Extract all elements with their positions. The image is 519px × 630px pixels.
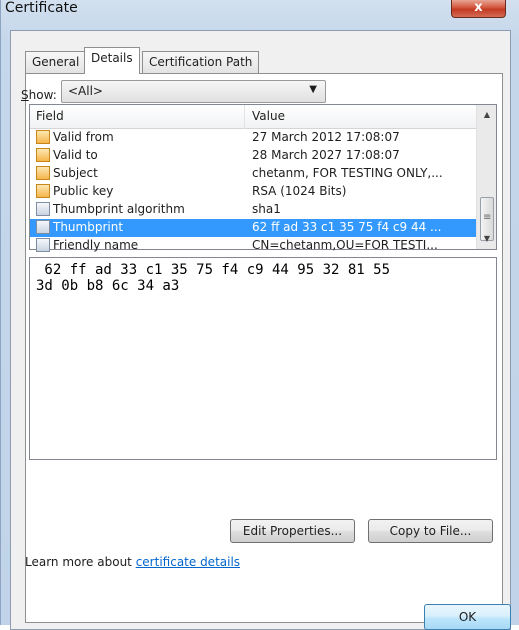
field-cell: Subject <box>36 166 98 180</box>
title-bar[interactable]: Certificate x <box>1 0 519 26</box>
value-cell: 27 March 2012 17:08:07 <box>252 130 400 144</box>
value-cell: RSA (1024 Bits) <box>252 184 347 198</box>
close-button[interactable]: x <box>451 0 506 18</box>
certificate-property-icon <box>36 184 50 198</box>
list-rows: Valid from 27 March 2012 17:08:07 Valid to… <box>30 129 476 255</box>
field-name: Valid to <box>53 148 98 162</box>
value-cell: sha1 <box>252 202 281 216</box>
document-property-icon <box>36 238 50 252</box>
field-name: Thumbprint <box>53 220 124 234</box>
certificate-property-icon <box>36 148 50 162</box>
table-row[interactable]: Thumbprint 62 ff ad 33 c1 35 75 f4 c9 44 … <box>30 219 476 237</box>
ok-button[interactable]: OK <box>424 604 511 630</box>
window-title: Certificate <box>5 0 78 16</box>
field-cell: Thumbprint algorithm <box>36 202 185 216</box>
column-header-field[interactable]: Field <box>36 109 64 123</box>
field-name: Friendly name <box>53 238 139 252</box>
field-name: Subject <box>53 166 98 180</box>
list-scrollbar[interactable]: ▲ ≡ ▼ <box>476 105 496 249</box>
field-cell: Valid from <box>36 130 114 144</box>
field-value-text[interactable]: 62 ff ad 33 c1 35 75 f4 c9 44 95 32 81 5… <box>29 257 497 460</box>
learn-more-text: Learn more about certificate details <box>25 555 241 569</box>
list-header: Field Value <box>30 105 476 129</box>
column-header-value[interactable]: Value <box>252 109 285 123</box>
chevron-down-icon: ▼ <box>309 84 317 95</box>
table-row[interactable]: Valid from 27 March 2012 17:08:07 <box>30 129 476 147</box>
edit-properties-button[interactable]: Edit Properties... <box>230 519 355 543</box>
scroll-up-arrow-icon[interactable]: ▲ <box>479 107 495 123</box>
field-cell: Thumbprint <box>36 220 123 234</box>
show-label: Show: <box>21 88 57 102</box>
certificate-property-icon <box>36 166 50 180</box>
field-cell: Friendly name <box>36 238 138 252</box>
column-divider[interactable] <box>244 105 245 129</box>
certificate-details-link[interactable]: certificate details <box>136 555 240 569</box>
table-row[interactable]: Valid to 28 March 2027 17:08:07 <box>30 147 476 165</box>
table-row[interactable]: Friendly name CN=chetanm,OU=FOR TESTI... <box>30 237 476 255</box>
fields-list[interactable]: Field Value Valid from 27 March 2012 17:0… <box>29 104 497 252</box>
document-property-icon <box>36 202 50 216</box>
field-name: Valid from <box>53 130 114 144</box>
tab-details[interactable]: Details <box>84 47 140 74</box>
tab-general[interactable]: General <box>25 51 87 73</box>
table-row[interactable]: Subject chetanm, FOR TESTING ONLY,... <box>30 165 476 183</box>
field-name: Thumbprint algorithm <box>53 202 185 216</box>
copy-to-file-button[interactable]: Copy to File... <box>368 519 493 543</box>
table-row[interactable]: Public key RSA (1024 Bits) <box>30 183 476 201</box>
value-cell: CN=chetanm,OU=FOR TESTI... <box>252 238 438 252</box>
value-cell: 28 March 2027 17:08:07 <box>252 148 400 162</box>
scroll-down-arrow-icon[interactable]: ▼ <box>479 231 495 247</box>
tab-certification-path[interactable]: Certification Path <box>142 51 260 73</box>
value-cell: 62 ff ad 33 c1 35 75 f4 c9 44 ... <box>252 220 442 234</box>
table-row[interactable]: Thumbprint algorithm sha1 <box>30 201 476 219</box>
document-property-icon <box>36 220 50 234</box>
show-dropdown-value: <All> <box>68 84 103 98</box>
show-dropdown[interactable]: <All> ▼ <box>61 80 326 103</box>
field-name: Public key <box>53 184 114 198</box>
close-icon: x <box>474 0 483 15</box>
field-cell: Public key <box>36 184 113 198</box>
field-cell: Valid to <box>36 148 98 162</box>
grip-icon: ≡ <box>483 212 492 223</box>
certificate-window: Certificate x General Details Certificat… <box>0 0 519 630</box>
value-cell: chetanm, FOR TESTING ONLY,... <box>252 166 443 180</box>
certificate-property-icon <box>36 130 50 144</box>
